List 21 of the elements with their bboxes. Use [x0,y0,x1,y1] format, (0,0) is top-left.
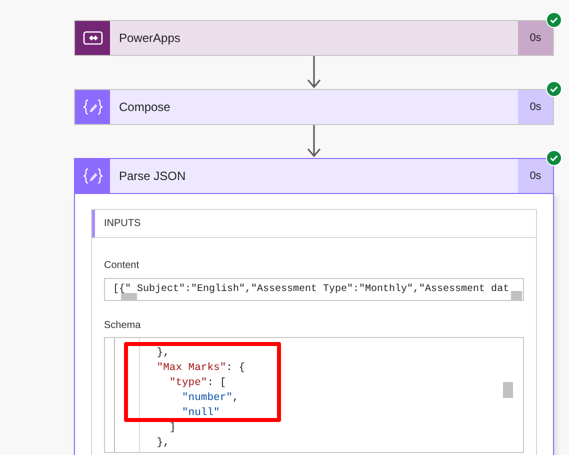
step-duration: 0s [518,159,553,193]
step-title: Parse JSON [118,168,187,185]
field-label: Schema [104,319,141,333]
field-label: Content [104,259,140,273]
code-line: "null" [181,406,220,421]
code-line: "type": [ [168,376,226,391]
step-title: Compose [118,99,172,116]
code-line: "Max Marks": { [156,361,246,376]
step-duration: 0s [518,21,553,55]
step-header[interactable]: Parse JSON 0s [74,158,554,194]
panel-heading: INPUTS [104,217,141,231]
code-line: }, [156,346,170,361]
step-header[interactable]: PowerApps 0s [74,20,554,56]
code-line: "number", [181,391,239,406]
step-header[interactable]: Compose 0s [74,89,554,125]
step-duration: 0s [518,90,553,124]
code-line: }, [156,436,170,451]
schema-editor[interactable]: }, "Max Marks": { "type": [ "number", "null" ] }, [104,337,524,453]
code-line: ] [168,421,176,436]
step-title: PowerApps [118,30,182,47]
content-input-field[interactable]: [{" Subject":"English","Assessment Type":"Monthly","Assessment dat [104,278,524,301]
